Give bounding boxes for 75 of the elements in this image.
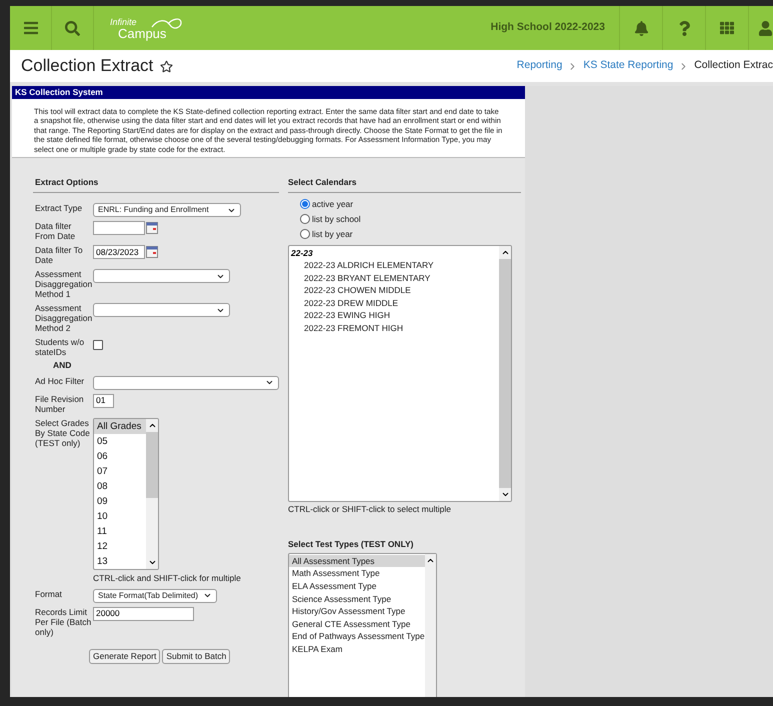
date-field[interactable]	[93, 221, 145, 235]
connector-label: AND	[52, 359, 72, 372]
checkbox[interactable]	[93, 340, 103, 350]
grade-option[interactable]: 06	[94, 448, 146, 464]
grade-option[interactable]: 12	[94, 538, 146, 554]
dropdown[interactable]: State Format(Tab Delimited)	[93, 588, 217, 602]
radio-label: active year	[312, 198, 354, 211]
radio-button[interactable]	[300, 214, 310, 224]
dropdown[interactable]	[93, 303, 230, 317]
field-label: Data filter From Date	[35, 221, 76, 241]
dropdown[interactable]	[93, 376, 279, 390]
grade-listbox[interactable]: All Grades 05 06 07 08 09 10 11 12 13	[93, 418, 159, 570]
field-label: Format	[35, 588, 63, 598]
grade-option[interactable]: 09	[94, 494, 146, 509]
section-heading: Select Calendars	[288, 176, 521, 193]
calendar-option[interactable]: 2022-23 ALDRICH ELEMENTARY	[289, 259, 499, 272]
dropdown[interactable]	[93, 269, 230, 283]
radio-button[interactable]	[300, 228, 310, 239]
calendar-listbox[interactable]: 22-23 2022-23 ALDRICH ELEMENTARY 2022-23 BRYANT ELEMENTARY 2022-23 CHOWEN MIDDLE 2022-23 DREW MIDDLE 2022-23 EWING HIGH 2022-23 FREMONT HIGH	[288, 245, 512, 502]
field-label: Assessment Disaggregation Method 1	[35, 269, 93, 299]
scrollbar[interactable]	[146, 418, 158, 569]
test-type-option[interactable]: General CTE Assessment Type	[289, 618, 425, 630]
breadcrumb-current: Collection Extrac	[694, 58, 773, 74]
field-label: File Revision Number	[35, 394, 85, 414]
text-field[interactable]: 01	[93, 394, 114, 408]
radio-label: list by school	[312, 212, 361, 226]
section-heading: Select Test Types (TEST ONLY)	[288, 538, 414, 551]
field-label: Assessment Disaggregation Method 2	[35, 303, 93, 333]
hint-text: CTRL-click or SHIFT-click to select multiple	[288, 503, 452, 516]
section-heading: Extract Options	[33, 176, 279, 193]
field-label: Select Grades By State Code (TEST only)	[35, 418, 91, 448]
field-label: Data filter To Date	[35, 245, 84, 265]
action-button[interactable]: Generate Report	[89, 648, 160, 664]
field-label: Extract Type	[35, 203, 84, 213]
grade-option[interactable]: 07	[94, 464, 146, 479]
calendar-option[interactable]: 2022-23 CHOWEN MIDDLE	[289, 284, 499, 297]
scrollbar[interactable]	[424, 554, 436, 697]
chevron-down-icon	[203, 591, 212, 600]
grade-option[interactable]: 10	[94, 508, 146, 524]
grade-option[interactable]: 13	[94, 554, 146, 569]
grade-option[interactable]: All Grades	[94, 418, 146, 434]
grade-option[interactable]: 08	[94, 478, 146, 494]
breadcrumb-link[interactable]: KS State Reporting	[583, 58, 674, 74]
hint-text: CTRL-click and SHIFT-click for multiple	[92, 572, 242, 584]
date-field[interactable]: 08/23/2023	[93, 245, 145, 259]
calendar-option[interactable]: 2022-23 DREW MIDDLE	[289, 296, 499, 310]
test-type-listbox[interactable]: All Assessment Types Math Assessment Type ELA Assessment Type Science Assessment Type History/Gov Assessment Type General CTE Assessment Type End of Pathways Assessment Type KELPA Exam	[288, 552, 437, 697]
grade-option[interactable]: 05	[94, 434, 146, 449]
test-type-option[interactable]: End of Pathways Assessment Type	[289, 630, 425, 643]
calendar-option[interactable]: 2022-23 EWING HIGH	[289, 309, 499, 322]
test-type-option[interactable]: Math Assessment Type	[289, 567, 425, 580]
scrollbar[interactable]	[499, 246, 511, 502]
text-field[interactable]: 20000	[93, 606, 194, 620]
favorite-star-icon[interactable]	[160, 60, 174, 72]
field-label: Students w/o stateIDs	[35, 337, 86, 357]
calendar-group-label: 22-23	[290, 247, 314, 260]
test-type-option[interactable]: ELA Assessment Type	[289, 580, 425, 593]
test-type-option[interactable]: All Assessment Types	[289, 554, 425, 568]
calendar-icon[interactable]	[146, 222, 158, 234]
action-button[interactable]: Submit to Batch	[162, 648, 230, 664]
page-title: Collection Extract	[21, 55, 154, 78]
radio-label: list by year	[312, 228, 353, 240]
calendar-icon[interactable]	[146, 246, 158, 258]
panel-header: KS Collection System	[12, 86, 525, 99]
test-type-option[interactable]: KELPA Exam	[289, 642, 425, 656]
test-type-option[interactable]: Science Assessment Type	[289, 592, 425, 606]
calendar-option[interactable]: 2022-23 BRYANT ELEMENTARY	[289, 272, 499, 284]
grade-option[interactable]: 11	[94, 524, 146, 539]
dropdown[interactable]: ENRL: Funding and Enrollment	[93, 203, 241, 217]
radio-button[interactable]	[300, 199, 310, 210]
field-label: Records Limit Per File (Batch only)	[35, 606, 92, 636]
calendar-option[interactable]: 2022-23 FREMONT HIGH	[289, 322, 499, 334]
breadcrumb-link[interactable]: Reporting	[516, 58, 562, 74]
test-type-option[interactable]: History/Gov Assessment Type	[289, 605, 425, 618]
field-label: Ad Hoc Filter	[35, 376, 86, 386]
